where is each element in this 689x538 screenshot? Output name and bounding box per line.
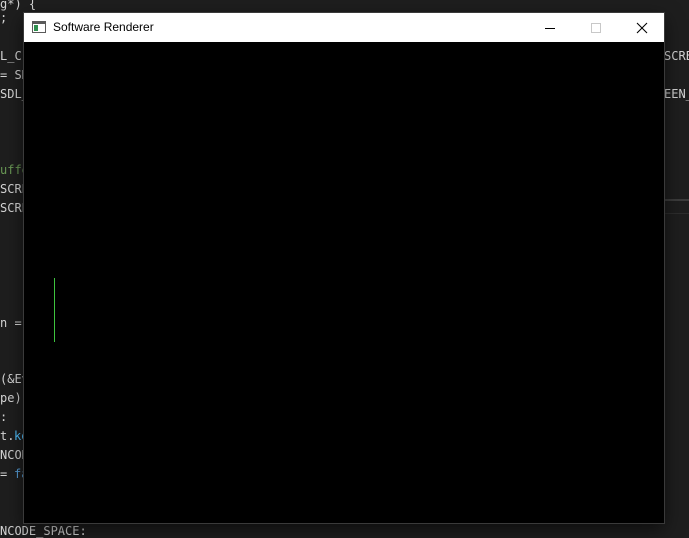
code-fragment: : [0,410,8,424]
close-icon [636,22,648,33]
rendered-green-line [54,278,55,342]
maximize-button[interactable] [573,13,619,42]
maximize-icon [591,22,601,33]
code-fragment: t. [0,429,15,443]
code-fragment: EEN_ [664,87,689,101]
window-titlebar[interactable]: Software Renderer [24,13,664,42]
code-fragment: ; [0,11,8,25]
window-title: Software Renderer [53,20,154,34]
minimize-icon [545,27,555,29]
close-button[interactable] [619,13,665,42]
code-fragment: g*) { [0,0,37,11]
code-fragment: = [0,467,15,481]
render-canvas[interactable] [24,42,664,523]
software-renderer-window[interactable]: Software Renderer [24,13,664,523]
editor-divider [664,213,689,214]
code-fragment: L_C [0,49,22,63]
minimize-button[interactable] [527,13,573,42]
app-icon [32,21,46,33]
code-fragment: SCRE [664,49,689,63]
code-fragment: pe) [0,391,22,405]
editor-divider [664,199,689,201]
code-fragment: n = [0,316,22,330]
